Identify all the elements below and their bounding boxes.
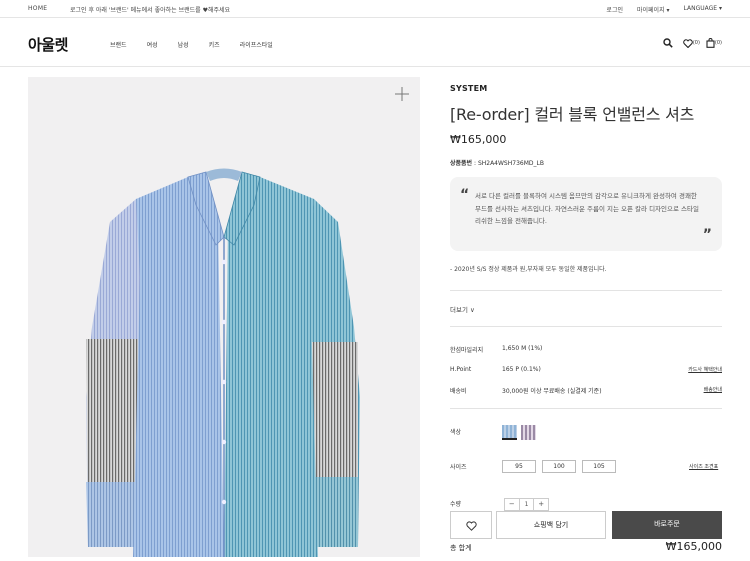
divider [450, 290, 722, 291]
qty-plus-button[interactable]: + [534, 499, 548, 510]
language-dropdown[interactable]: LANGUAGE [684, 5, 722, 14]
product-description: 서로 다른 컬러를 블록하여 시스템 옴므만의 감각으로 유니크하게 완성하여 … [475, 192, 699, 225]
nav-item-women[interactable]: 여성 [147, 40, 158, 49]
main-header: 아울렛 브랜드 여성 남성 키즈 라이프스타일 (0) (0) [0, 18, 750, 67]
wishlist-button[interactable] [450, 511, 492, 539]
shipping-value: 30,000원 이상 무료배송 (실결제 기준) [502, 388, 602, 395]
zoom-plus-icon[interactable] [394, 86, 410, 102]
size-option-105[interactable]: 105 [582, 460, 616, 473]
mileage-label: 한섬마일리지 [450, 347, 484, 354]
header-utilities: (0) (0) [663, 38, 722, 48]
search-icon[interactable] [663, 38, 673, 48]
open-quote-icon: “ [460, 187, 470, 203]
hpoint-label: H.Point [450, 366, 472, 373]
size-label: 사이즈 [450, 464, 467, 471]
card-benefit-link[interactable]: 카드사 혜택안내 [688, 366, 722, 373]
product-title: [Re-order] 컬러 블록 언밸런스 셔츠 [450, 105, 695, 124]
mileage-value: 1,650 M (1%) [502, 345, 543, 352]
product-image[interactable] [28, 77, 420, 557]
color-swatch-lilac[interactable] [521, 425, 536, 440]
size-option-95[interactable]: 95 [502, 460, 536, 473]
add-to-bag-button[interactable]: 쇼핑백 담기 [496, 511, 606, 539]
quantity-stepper: − 1 + [504, 498, 549, 511]
shipping-info-link[interactable]: 배송안내 [704, 386, 722, 393]
nav-item-men[interactable]: 남성 [178, 40, 189, 49]
hpoint-value: 165 P (0.1%) [502, 366, 541, 373]
cart-count: (0) [714, 40, 722, 46]
size-guide-link[interactable]: 사이즈 조견표 [689, 463, 718, 470]
main-nav: 브랜드 여성 남성 키즈 라이프스타일 [110, 40, 293, 49]
buy-now-button[interactable]: 바로주문 [612, 511, 722, 539]
color-swatch-blue[interactable] [502, 425, 517, 440]
product-code: 상품품번 : SH2A4WSH736MD_LB [450, 160, 544, 167]
product-description-box: “ 서로 다른 컬러를 블록하여 시스템 옴므만의 감각으로 유니크하게 완성하… [450, 177, 722, 251]
login-link[interactable]: 로그인 [606, 5, 623, 14]
divider [450, 326, 722, 327]
product-note: - 2020년 S/S 정상 제품과 원,부자재 모두 동일한 제품입니다. [450, 266, 607, 273]
login-notice: 로그인 후 아래 '브랜드' 메뉴에서 좋아하는 브랜드를 ♥해주세요 [70, 7, 231, 14]
shopping-bag-icon[interactable]: (0) [706, 38, 722, 48]
size-option-100[interactable]: 100 [542, 460, 576, 473]
qty-minus-button[interactable]: − [505, 499, 519, 510]
mypage-dropdown[interactable]: 마이페이지 [637, 5, 670, 14]
nav-item-kids[interactable]: 키즈 [209, 40, 220, 49]
qty-label: 수량 [450, 501, 462, 508]
home-link[interactable]: HOME [28, 5, 47, 12]
product-brand[interactable]: SYSTEM [450, 84, 487, 93]
top-right-links: 로그인 마이페이지 LANGUAGE [606, 5, 722, 14]
total-label: 총 합계 [450, 544, 472, 552]
qty-input[interactable]: 1 [518, 499, 535, 510]
shipping-label: 배송비 [450, 388, 467, 395]
color-label: 색상 [450, 429, 462, 436]
more-toggle[interactable]: 더보기 ∨ [450, 304, 475, 314]
top-utility-bar: HOME 로그인 후 아래 '브랜드' 메뉴에서 좋아하는 브랜드를 ♥해주세요… [0, 0, 750, 18]
divider [450, 408, 722, 409]
nav-item-brand[interactable]: 브랜드 [110, 40, 127, 49]
shirt-illustration [86, 168, 360, 557]
product-price: ₩165,000 [450, 133, 507, 146]
wishlist-icon[interactable]: (0) [683, 38, 700, 48]
nav-item-lifestyle[interactable]: 라이프스타일 [240, 40, 273, 49]
total-price: ₩165,000 [665, 540, 722, 553]
close-quote-icon: ” [702, 227, 712, 243]
site-logo[interactable]: 아울렛 [28, 34, 68, 55]
wishlist-count: (0) [692, 40, 700, 46]
heart-icon [465, 521, 477, 531]
